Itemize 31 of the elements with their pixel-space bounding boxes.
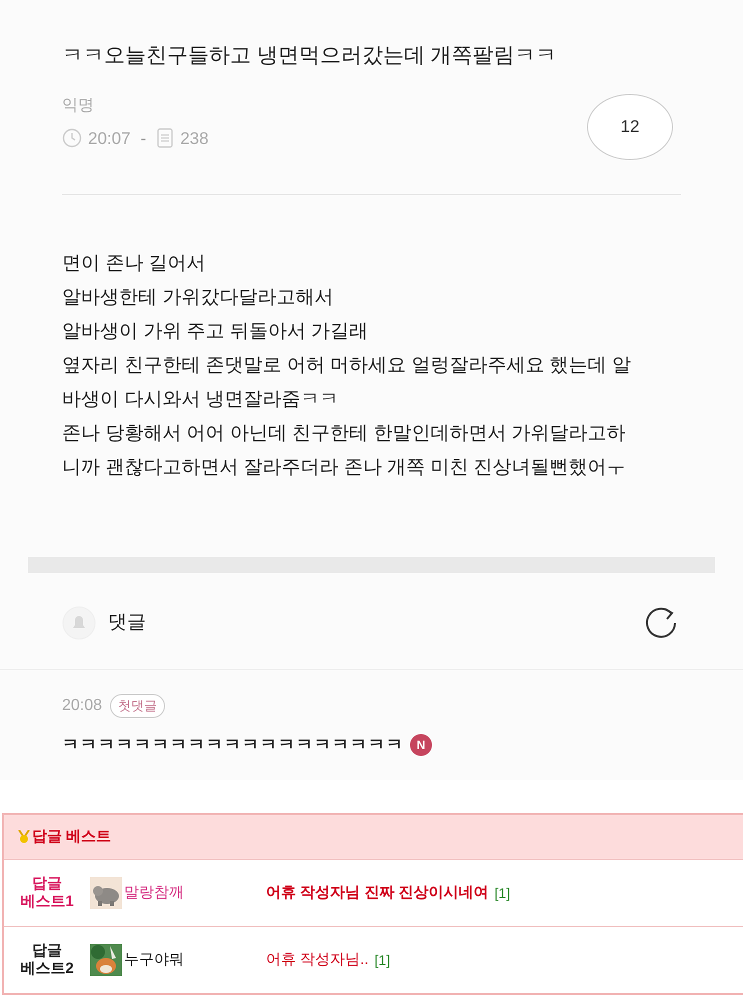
comment-time: 20:08 (62, 696, 102, 716)
nickname[interactable]: 말랑참깨 (124, 882, 184, 904)
comment-count-bubble[interactable]: 12 (587, 94, 673, 160)
comments-heading: 댓글 (108, 610, 146, 635)
body-line: 존나 당황해서 어어 아닌데 친구한테 한말인데하면서 가위달라고하 (62, 422, 627, 446)
reply-text[interactable]: 어휴 작성자님 진짜 진상이시네여 (266, 882, 489, 904)
bell-icon (62, 606, 96, 640)
view-count: 238 (180, 128, 209, 150)
meta-separator: - (140, 128, 146, 150)
body-line: 알바생이 가위 주고 뒤돌아서 가길래 (62, 320, 370, 344)
best-rank-label: 답글 베스트1 (19, 875, 75, 911)
body-line: 옆자리 친구한테 존댓말로 어허 머하세요 얼렁잘라주세요 했는데 알 (62, 354, 632, 378)
body-line: 바생이 다시와서 냉면잘라줌ㅋㅋ (62, 388, 340, 412)
author-name: 익명 (62, 96, 95, 116)
best-replies-title: 답글 베스트 (32, 826, 112, 847)
reply-text[interactable]: 어휴 작성자님.. (266, 948, 369, 972)
medal-icon (18, 830, 30, 844)
document-icon (156, 128, 174, 148)
best-rank-label: 답글 베스트2 (19, 942, 75, 978)
comment-text: ㅋㅋㅋㅋㅋㅋㅋㅋㅋㅋㅋㅋㅋㅋㅋㅋㅋㅋㅋ (62, 734, 404, 756)
clock-icon (62, 128, 82, 148)
reply-count: [1] (494, 884, 510, 903)
new-badge: N (410, 734, 432, 756)
post-title: ㅋㅋ오늘친구들하고 냉면먹으러갔는데 개쪽팔림ㅋㅋ (62, 43, 558, 69)
first-comment-badge: 첫댓글 (110, 694, 166, 718)
nickname[interactable]: 누구야뭐 (124, 948, 184, 972)
reply-count: [1] (374, 950, 390, 970)
body-line: 면이 존나 길어서 (62, 252, 207, 276)
post-time: 20:07 (88, 128, 131, 150)
body-line: 니까 괜찮다고하면서 잘라주더라 존나 개쪽 미친 진상녀될뻔했어ㅜ (62, 456, 627, 480)
body-line: 알바생한테 가위갔다달라고해서 (62, 286, 334, 310)
